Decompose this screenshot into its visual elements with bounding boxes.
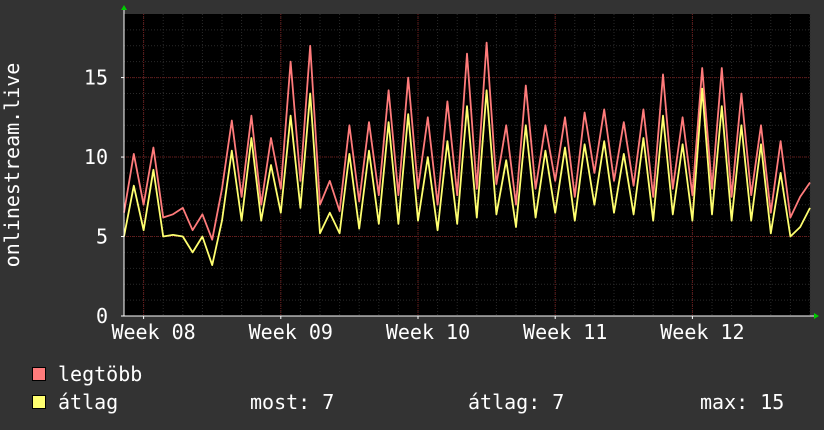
x-tick-label: Week 10 — [386, 320, 470, 344]
y-tick-label: 10 — [84, 145, 108, 169]
y-tick-label: 15 — [84, 66, 108, 90]
x-tick-label: Week 11 — [523, 320, 607, 344]
x-tick-label: Week 08 — [111, 320, 195, 344]
x-tick-label: Week 09 — [249, 320, 333, 344]
traffic-chart: 0 5 10 15 Week 08 Week 09 Week 10 Week 11 Week … — [0, 0, 824, 430]
y-tick-label: 0 — [96, 304, 108, 328]
x-tick-label: Week 12 — [660, 320, 744, 344]
y-tick-label: 5 — [96, 225, 108, 249]
y-axis-label: onlinestream.live — [0, 63, 24, 268]
